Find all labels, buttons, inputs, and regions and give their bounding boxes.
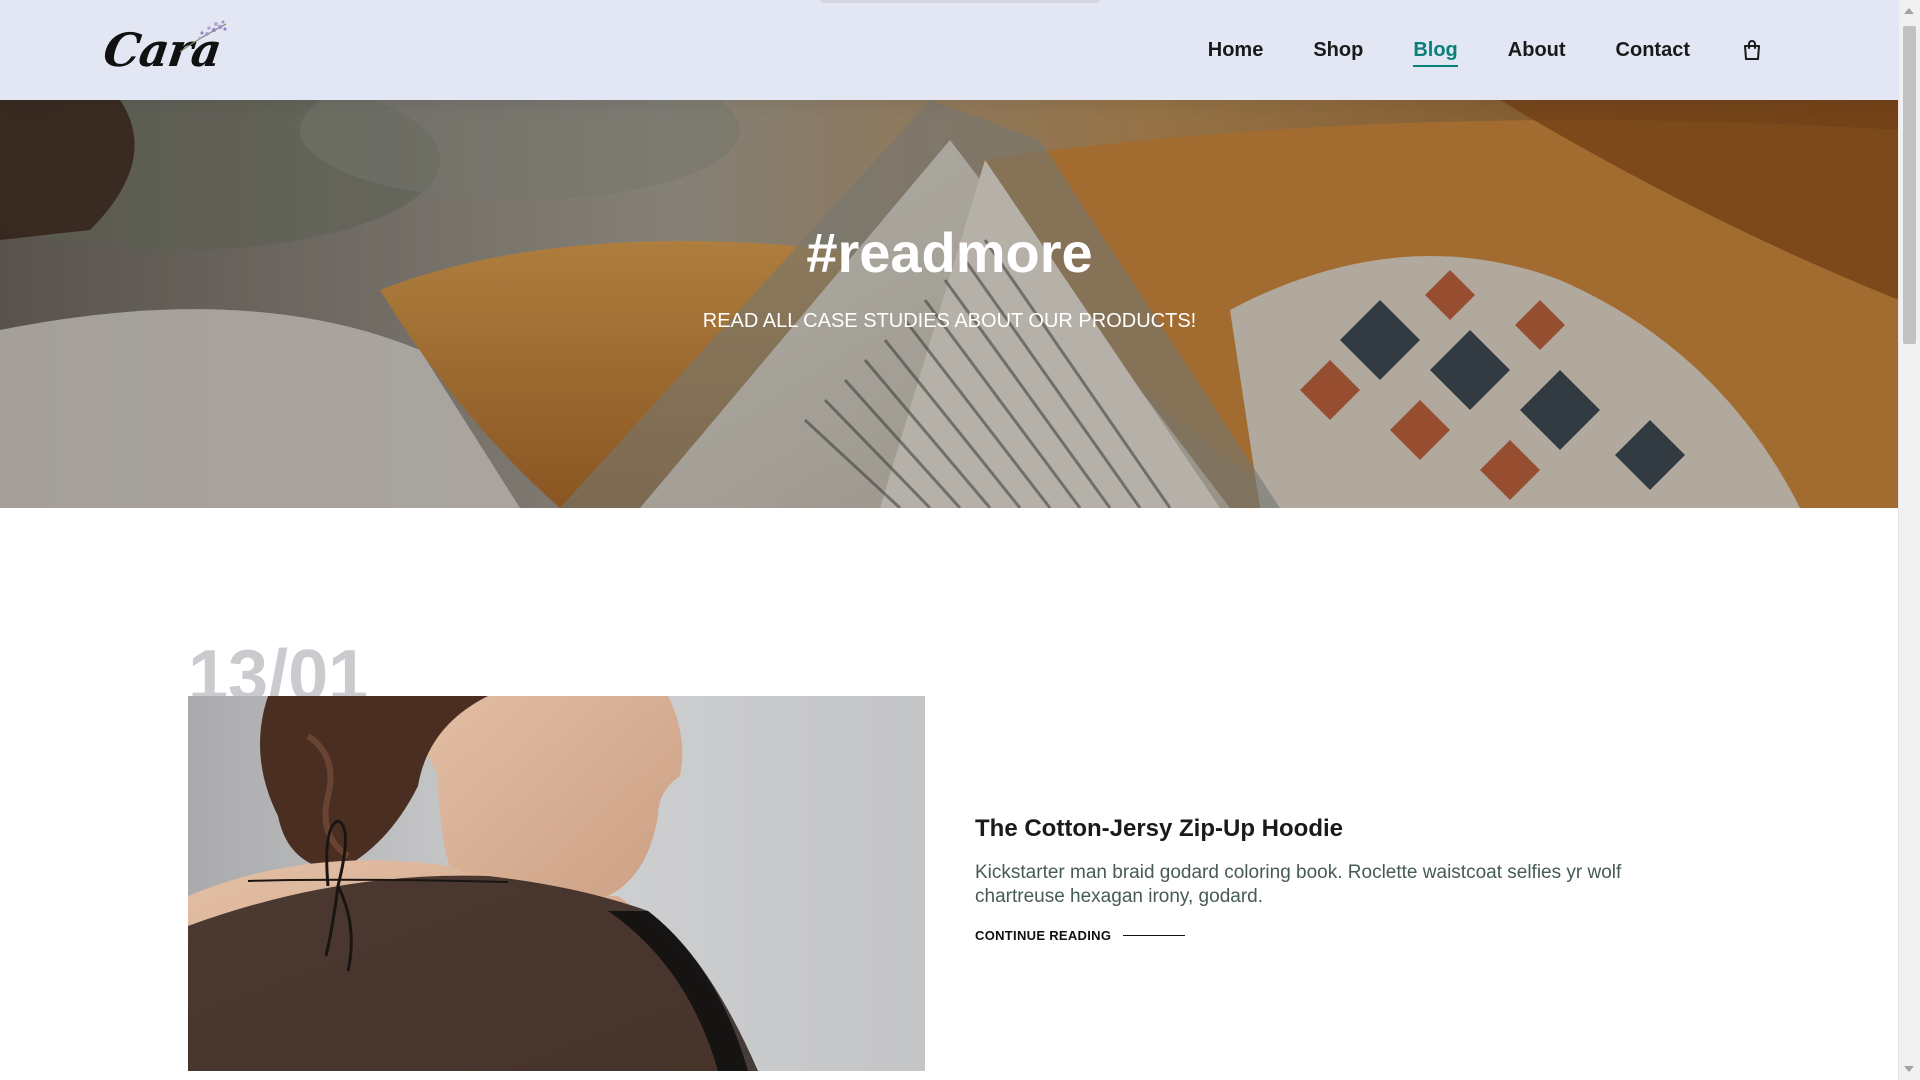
continue-reading-label: CONTINUE READING	[975, 928, 1112, 943]
page-scrollbar[interactable]	[1898, 0, 1920, 1080]
blog-post-title[interactable]: The Cotton-Jersy Zip-Up Hoodie	[975, 815, 1695, 843]
nav-item-blog[interactable]: Blog	[1388, 0, 1482, 100]
hero-banner: #readmore READ ALL CASE STUDIES ABOUT OU…	[0, 100, 1899, 508]
woman-portrait-image	[188, 696, 925, 1071]
nav-item-contact[interactable]: Contact	[1591, 0, 1715, 100]
blog-post: 13/01 The Cotton-Jersy Zip-Up Hoodie Kic…	[188, 640, 1748, 1080]
scroll-down-arrow-icon[interactable]	[1904, 1066, 1914, 1072]
hero-overlay	[0, 100, 1899, 508]
shopping-bag-icon[interactable]	[1740, 38, 1764, 62]
hero-title: #readmore	[806, 221, 1093, 284]
header-edge-shadow	[820, 0, 1100, 3]
hero-subtitle: READ ALL CASE STUDIES ABOUT OUR PRODUCTS…	[702, 310, 1197, 332]
continue-reading-link[interactable]: CONTINUE READING	[975, 928, 1186, 943]
scrollbar-thumb[interactable]	[1903, 26, 1916, 344]
main-nav: Home Shop Blog About Contact	[1183, 0, 1764, 100]
blog-details: The Cotton-Jersy Zip-Up Hoodie Kickstart…	[975, 815, 1695, 945]
lavender-sprig-icon	[179, 20, 227, 53]
blog-post-image[interactable]	[188, 696, 925, 1071]
scroll-up-arrow-icon[interactable]	[1904, 8, 1914, 14]
browser-viewport: Cara Home Shop Blog About Contact #readm…	[0, 0, 1920, 1080]
nav-item-shop[interactable]: Shop	[1288, 0, 1388, 100]
blog-page: Cara Home Shop Blog About Contact #readm…	[0, 0, 1899, 1080]
nav-item-about[interactable]: About	[1483, 0, 1591, 100]
site-header: Cara Home Shop Blog About Contact	[0, 0, 1899, 100]
continue-reading-underline	[1123, 935, 1186, 936]
blog-post-excerpt: Kickstarter man braid godard coloring bo…	[975, 862, 1622, 907]
logo[interactable]: Cara	[100, 18, 234, 82]
nav-item-home[interactable]: Home	[1183, 0, 1289, 100]
